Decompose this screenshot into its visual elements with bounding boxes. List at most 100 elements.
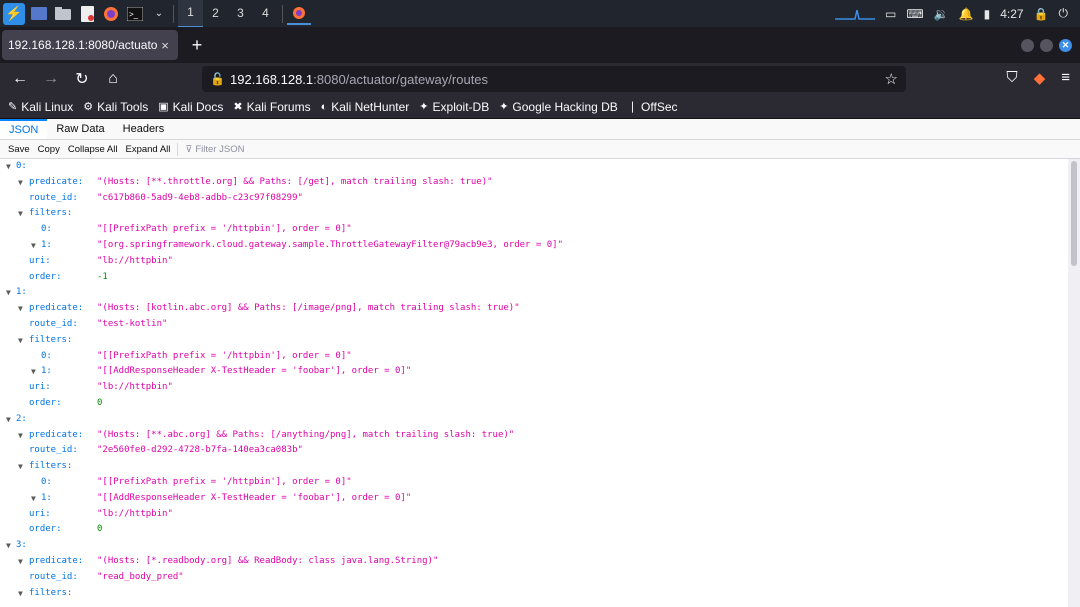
browser-tab[interactable]: 192.168.128.1:8080/actuator/ ×	[2, 30, 178, 60]
battery-icon[interactable]: ▮	[984, 7, 991, 21]
workspace-4[interactable]: 4	[253, 0, 278, 27]
new-tab-button[interactable]: +	[182, 35, 212, 56]
json-row[interactable]: ▼ filters:	[0, 206, 1068, 222]
json-row[interactable]: uri: "lb://httpbin"	[0, 380, 1068, 396]
lock-icon[interactable]: 🔒	[1034, 7, 1049, 21]
keyboard-icon[interactable]: ⌨	[906, 7, 923, 21]
show-desktop-icon[interactable]	[29, 5, 49, 23]
json-row[interactable]: route_id: "read_body_pred"	[0, 570, 1068, 586]
expand-all-button[interactable]: Expand All	[121, 144, 174, 155]
volume-icon[interactable]: 🔉	[934, 7, 949, 21]
bookmark-item[interactable]: ▣ Kali Docs	[158, 100, 223, 114]
bookmark-item[interactable]: ◐ Kali NetHunter	[321, 100, 410, 114]
expand-toggle-icon[interactable]: ▼	[18, 586, 23, 602]
json-row[interactable]: route_id: "2e560fe0-d292-4728-b7fa-140ea3…	[0, 443, 1068, 459]
scrollbar-thumb[interactable]	[1071, 161, 1077, 266]
json-value: "lb://httpbin"	[97, 255, 173, 266]
json-row[interactable]: uri: "lb://httpbin"	[0, 507, 1068, 523]
power-icon[interactable]: ⏻	[1059, 6, 1069, 21]
json-row[interactable]: ▼ filters:	[0, 586, 1068, 602]
json-value: "[[AddResponseHeader X-TestHeader = 'foo…	[97, 492, 412, 503]
json-row[interactable]: ▼ filters:	[0, 333, 1068, 349]
chevron-down-icon[interactable]: ⌄	[149, 5, 169, 23]
insecure-lock-icon[interactable]: 🔓	[210, 72, 225, 86]
firefox-launcher-icon[interactable]	[101, 5, 121, 23]
json-row[interactable]: ▼ 0:	[0, 159, 1068, 175]
expand-toggle-icon[interactable]: ▼	[6, 412, 11, 428]
expand-toggle-icon[interactable]: ▼	[18, 175, 23, 191]
json-row[interactable]: order: -1	[0, 270, 1068, 286]
back-arrow-icon[interactable]: ←	[6, 70, 34, 88]
bookmark-star-icon[interactable]: ☆	[885, 70, 898, 88]
clock[interactable]: 4:27	[1000, 7, 1023, 21]
firefox-task-icon[interactable]	[287, 3, 311, 25]
url-bar[interactable]: 🔓 192.168.128.1:8080/actuator/gateway/ro…	[202, 66, 906, 92]
expand-toggle-icon[interactable]: ▼	[6, 538, 11, 554]
expand-toggle-icon[interactable]: ▼	[6, 285, 11, 301]
tab-raw-data[interactable]: Raw Data	[47, 119, 113, 139]
json-row[interactable]: order: 0	[0, 522, 1068, 538]
pocket-icon[interactable]: ⛉	[1006, 69, 1017, 87]
json-row[interactable]: ▼ predicate: "(Hosts: [*.readbody.org] && …	[0, 554, 1068, 570]
json-row[interactable]: route_id: "test-kotlin"	[0, 317, 1068, 333]
json-row[interactable]: route_id: "c617b860-5ad9-4eb8-adbb-c23c97…	[0, 191, 1068, 207]
tab-json[interactable]: JSON	[0, 119, 48, 139]
workspace-3[interactable]: 3	[228, 0, 253, 27]
notifications-icon[interactable]: 🔔	[959, 7, 974, 21]
json-row[interactable]: ▼ 2:	[0, 412, 1068, 428]
workspace-1[interactable]: 1	[178, 0, 203, 28]
copy-button[interactable]: Copy	[34, 144, 64, 155]
expand-toggle-icon[interactable]: ▼	[18, 554, 23, 570]
json-row[interactable]: 0: "[[PrefixPath prefix = '/httpbin'], or…	[0, 222, 1068, 238]
maximize-button[interactable]	[1040, 38, 1053, 52]
json-row[interactable]: order: 0	[0, 396, 1068, 412]
bookmark-icon: ▣	[158, 101, 169, 113]
file-manager-icon[interactable]	[53, 5, 73, 23]
bookmark-item[interactable]: ✎ Kali Linux	[8, 100, 73, 114]
tab-headers[interactable]: Headers	[114, 119, 174, 139]
json-row[interactable]: 0: "[[PrefixPath prefix = '/httpbin'], or…	[0, 475, 1068, 491]
tab-close-icon[interactable]: ×	[158, 38, 172, 53]
home-icon[interactable]: ⌂	[99, 70, 127, 88]
expand-toggle-icon[interactable]: ▼	[6, 159, 11, 175]
bookmark-item[interactable]: ✖ Kali Forums	[233, 100, 310, 114]
json-row[interactable]: ▼ 3:	[0, 538, 1068, 554]
json-row[interactable]: 0: "[[PrefixPath prefix = '/httpbin'], or…	[0, 349, 1068, 365]
text-editor-icon[interactable]	[77, 5, 97, 23]
json-row[interactable]: ▼ filters:	[0, 459, 1068, 475]
expand-toggle-icon[interactable]: ▼	[18, 301, 23, 317]
save-button[interactable]: Save	[0, 144, 34, 155]
json-row[interactable]: ▼ 1: "[[AddResponseHeader X-TestHeader = '…	[0, 491, 1068, 507]
collapse-all-button[interactable]: Collapse All	[64, 144, 122, 155]
kali-menu-icon[interactable]: ⚡	[3, 2, 25, 25]
json-row[interactable]: ▼ 1: "[[AddResponseHeader X-TestHeader = '…	[0, 364, 1068, 380]
expand-toggle-icon[interactable]: ▼	[18, 428, 23, 444]
json-row[interactable]: uri: "lb://httpbin"	[0, 254, 1068, 270]
filter-json-input[interactable]: ⊽ Filter JSON	[181, 144, 244, 155]
vertical-scrollbar[interactable]	[1068, 159, 1080, 607]
bookmark-item[interactable]: ✦ Google Hacking DB	[499, 100, 618, 114]
expand-toggle-icon[interactable]: ▼	[18, 459, 23, 475]
forward-arrow-icon[interactable]: →	[37, 70, 65, 88]
minimize-button[interactable]	[1021, 38, 1034, 52]
terminal-icon[interactable]: >_	[125, 5, 145, 23]
expand-toggle-icon[interactable]: ▼	[31, 238, 36, 254]
bookmark-item[interactable]: ⚙ Kali Tools	[83, 100, 148, 114]
json-row[interactable]: ▼ predicate: "(Hosts: [**.abc.org] && Path…	[0, 428, 1068, 444]
json-row[interactable]: ▼ predicate: "(Hosts: [kotlin.abc.org] && …	[0, 301, 1068, 317]
bookmark-item[interactable]: ❘ OffSec	[628, 100, 678, 114]
expand-toggle-icon[interactable]: ▼	[18, 333, 23, 349]
expand-toggle-icon[interactable]: ▼	[18, 206, 23, 222]
json-row[interactable]: ▼ predicate: "(Hosts: [**.throttle.org] &&…	[0, 175, 1068, 191]
display-icon[interactable]: ▭	[885, 7, 896, 21]
expand-toggle-icon[interactable]: ▼	[31, 364, 36, 380]
close-window-button[interactable]: ✕	[1059, 38, 1072, 52]
bookmark-item[interactable]: ✦ Exploit-DB	[419, 100, 489, 114]
workspace-2[interactable]: 2	[203, 0, 228, 27]
json-row[interactable]: ▼ 1:	[0, 285, 1068, 301]
reload-icon[interactable]: ↻	[68, 69, 96, 89]
expand-toggle-icon[interactable]: ▼	[31, 491, 36, 507]
extension-fox-icon[interactable]: ◆	[1034, 69, 1046, 87]
json-row[interactable]: ▼ 1: "[org.springframework.cloud.gateway.s…	[0, 238, 1068, 254]
menu-icon[interactable]: ≡	[1061, 69, 1070, 87]
